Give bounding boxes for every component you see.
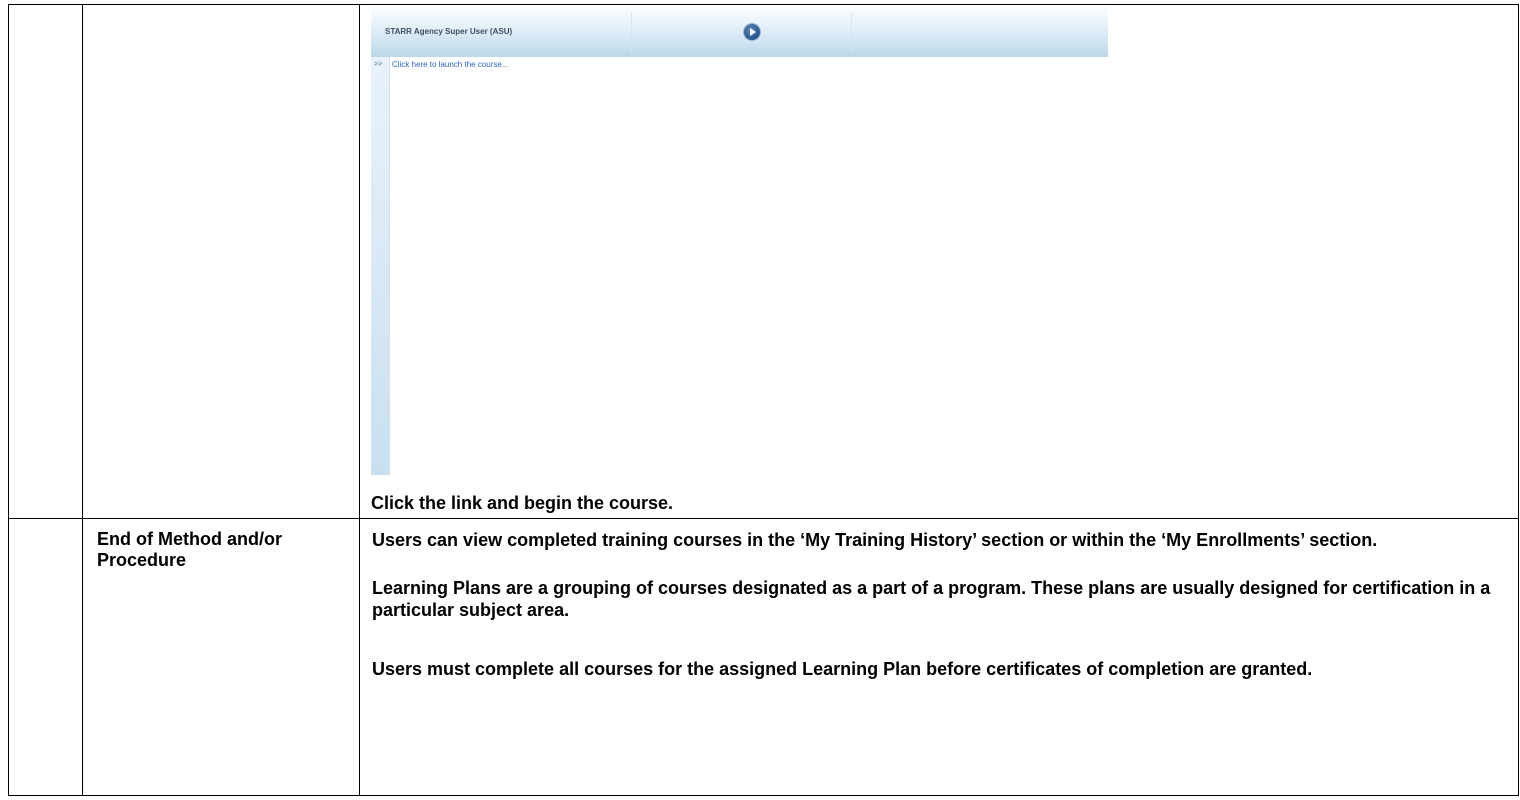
user-role-label: STARR Agency Super User (ASU) xyxy=(385,27,513,36)
launch-course-link[interactable]: Click here to launch the course... xyxy=(392,60,509,69)
step-content-cell: STARR Agency Super User (ASU) >> Click h… xyxy=(359,4,1519,519)
step-label-cell xyxy=(82,4,360,519)
nav-marker: >> xyxy=(374,61,383,68)
header-divider xyxy=(631,13,632,53)
step-number-cell xyxy=(8,517,83,797)
procedure-table: STARR Agency Super User (ASU) >> Click h… xyxy=(8,4,1519,797)
step-label-cell: End of Method and/or Procedure xyxy=(82,517,360,797)
paragraph-completion: Users must complete all courses for the … xyxy=(372,658,1313,679)
play-icon[interactable] xyxy=(744,24,760,40)
paragraph-training-history: Users can view completed training course… xyxy=(372,529,1378,550)
header-divider xyxy=(851,13,852,53)
course-sidebar xyxy=(371,57,390,475)
table-row: End of Method and/or Procedure Users can… xyxy=(8,517,1519,797)
table-row: STARR Agency Super User (ASU) >> Click h… xyxy=(8,4,1519,519)
course-header-bar: STARR Agency Super User (ASU) xyxy=(371,5,1108,57)
embedded-screenshot: STARR Agency Super User (ASU) >> Click h… xyxy=(371,5,1108,475)
step-number-cell xyxy=(8,4,83,519)
end-of-method-label: End of Method and/or Procedure xyxy=(97,528,282,570)
step-caption: Click the link and begin the course. xyxy=(371,493,674,513)
paragraph-learning-plans: Learning Plans are a grouping of courses… xyxy=(372,577,1491,620)
step-content-cell: Users can view completed training course… xyxy=(359,517,1519,797)
